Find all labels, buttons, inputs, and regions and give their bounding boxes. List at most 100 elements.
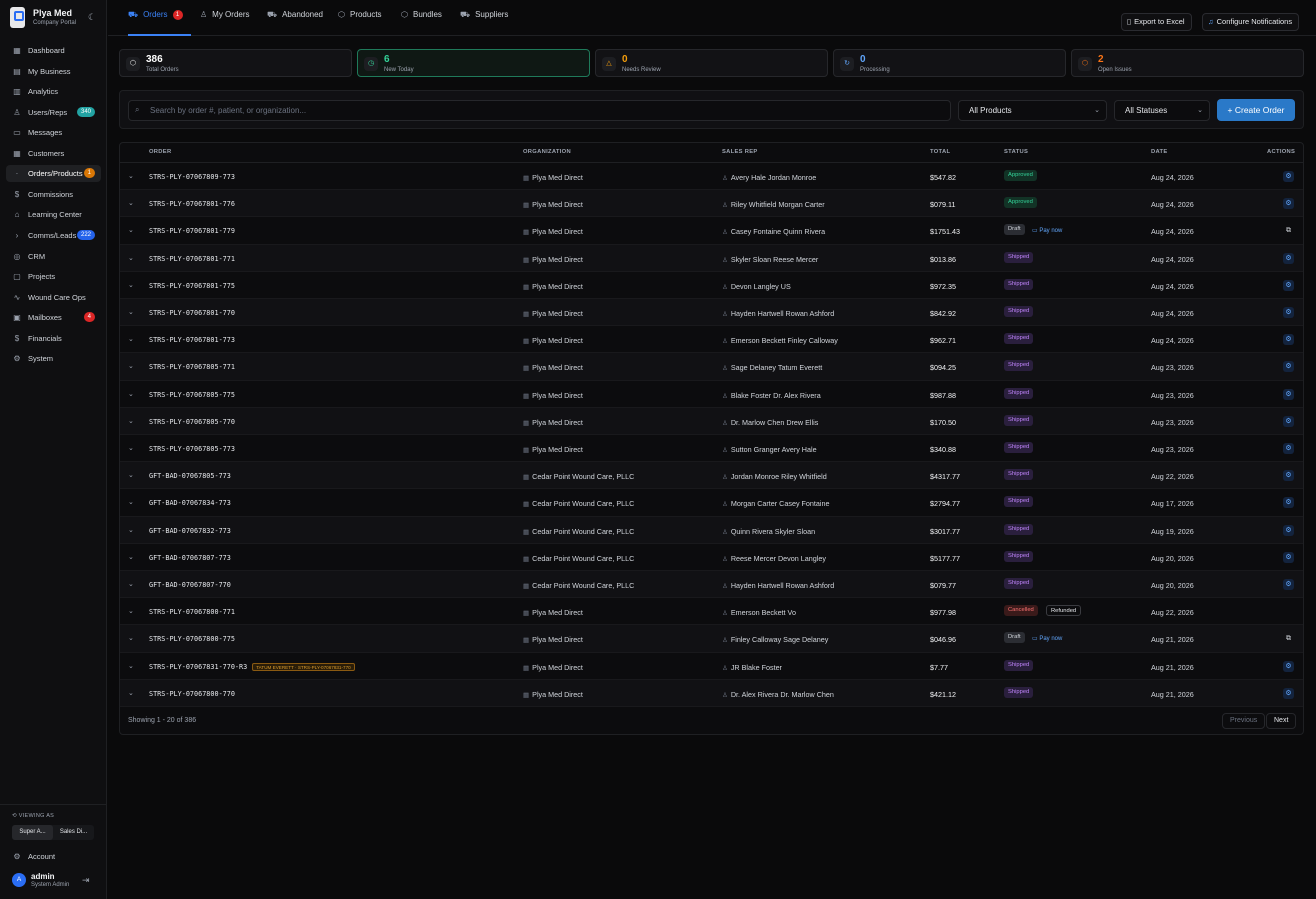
sidebar-item-users-reps[interactable]: ♙ Users/Reps 340 (6, 104, 101, 121)
chevron-down-icon[interactable]: ⌄ (128, 308, 134, 316)
table-row[interactable]: ⌄ GFT-BAD-07067805-773 ▦ Cedar Point Wound … (120, 462, 1303, 490)
tab-bundles[interactable]: ⬡ Bundles (401, 10, 442, 36)
chevron-down-icon[interactable]: ⌄ (128, 172, 134, 180)
view-order-icon[interactable]: ⚙ (1283, 443, 1294, 454)
table-row[interactable]: ⌄ STRS-PLY-07067801-779 ▦ Plya Med Direct ♙ C… (120, 217, 1303, 245)
table-row[interactable]: ⌄ STRS-PLY-07067805-775 ▦ Plya Med Direct ♙ B… (120, 381, 1303, 408)
sidebar-item-account[interactable]: ⚙ Account (6, 848, 101, 865)
column-header-status[interactable]: STATUS (1004, 149, 1028, 155)
moon-icon[interactable]: ☾ (88, 12, 96, 23)
order-number[interactable]: STRS-PLY-07067805-771 (149, 363, 235, 371)
chevron-down-icon[interactable]: ⌄ (128, 254, 134, 262)
sidebar-item-system[interactable]: ⚙ System (6, 350, 101, 367)
order-number[interactable]: GFT-BAD-07067805-773 (149, 472, 231, 480)
view-order-icon[interactable]: ⚙ (1283, 579, 1294, 590)
order-number[interactable]: STRS-PLY-07067800-770 (149, 690, 235, 698)
table-row[interactable]: ⌄ STRS-PLY-07067801-770 ▦ Plya Med Direct ♙ H… (120, 299, 1303, 327)
sidebar-item-mailboxes[interactable]: ▣ Mailboxes 4 (6, 309, 101, 326)
view-order-icon[interactable]: ⚙ (1283, 470, 1294, 482)
table-row[interactable]: ⌄ GFT-BAD-07067807-773 ▦ Cedar Point Wound … (120, 544, 1303, 571)
table-row[interactable]: ⌄ STRS-PLY-07067800-771 ▦ Plya Med Direct ♙ E… (120, 598, 1303, 626)
search-input[interactable] (128, 100, 951, 121)
chevron-down-icon[interactable]: ⌄ (128, 580, 134, 588)
chevron-down-icon[interactable]: ⌄ (128, 281, 134, 289)
product-filter-select[interactable]: All Products ⌄ (958, 100, 1107, 121)
view-order-icon[interactable]: ⚙ (1283, 307, 1294, 318)
view-toggle[interactable]: Super A... Sales Di... (12, 825, 94, 840)
table-row[interactable]: ⌄ STRS-PLY-07067831-770-R3 TATUM EVERETT ·… (120, 653, 1303, 680)
tab-orders[interactable]: ⛟ Orders 1 (128, 10, 191, 36)
order-number[interactable]: GFT-BAD-07067807-773 (149, 554, 231, 562)
chevron-down-icon[interactable]: ⌄ (128, 444, 134, 452)
sidebar-item-my-business[interactable]: ▤ My Business (6, 63, 101, 80)
chevron-down-icon[interactable]: ⌄ (128, 662, 134, 670)
stat-card-needs-review[interactable]: △ 0 Needs Review (595, 49, 828, 77)
chevron-down-icon[interactable]: ⌄ (128, 471, 134, 479)
order-number[interactable]: STRS-PLY-07067801-771 (149, 255, 235, 263)
view-option-super-admin[interactable]: Super A... (12, 825, 53, 840)
copy-icon[interactable]: ⧉ (1283, 633, 1294, 644)
previous-page-button[interactable]: Previous (1222, 713, 1266, 729)
tab-abandoned[interactable]: ⛟ Abandoned (267, 10, 323, 36)
view-order-icon[interactable]: ⚙ (1283, 551, 1294, 563)
table-row[interactable]: ⌄ STRS-PLY-07067809-773 ▦ Plya Med Direct ♙ A… (120, 163, 1303, 191)
chevron-down-icon[interactable]: ⌄ (128, 689, 134, 697)
sidebar-item-customers[interactable]: ▦ Customers (6, 145, 101, 162)
table-row[interactable]: ⌄ STRS-PLY-07067800-775 ▦ Plya Med Direct ♙ F… (120, 625, 1303, 653)
next-page-button[interactable]: Next (1266, 713, 1297, 729)
configure-notifications-button[interactable]: ♫ Configure Notifications (1202, 13, 1300, 31)
view-order-icon[interactable]: ⚙ (1283, 497, 1294, 509)
sidebar-item-learning-center[interactable]: ⌂ Learning Center (6, 206, 101, 223)
stat-card-total-orders[interactable]: ⬡ 386 Total Orders (119, 49, 352, 77)
table-row[interactable]: ⌄ GFT-BAD-07067834-773 ▦ Cedar Point Wound … (120, 489, 1303, 517)
sidebar-item-comms-leads[interactable]: › Comms/Leads 222 (6, 227, 101, 244)
view-order-icon[interactable]: ⚙ (1283, 361, 1294, 373)
view-order-icon[interactable]: ⚙ (1283, 171, 1294, 182)
view-order-icon[interactable]: ⚙ (1283, 334, 1294, 346)
table-row[interactable]: ⌄ GFT-BAD-07067832-773 ▦ Cedar Point Wound … (120, 516, 1303, 544)
chevron-down-icon[interactable]: ⌄ (128, 335, 134, 343)
table-row[interactable]: ⌄ STRS-PLY-07067805-771 ▦ Plya Med Direct ♙ S… (120, 353, 1303, 381)
pay-now-link[interactable]: ▭ Pay now (1032, 635, 1062, 642)
order-number[interactable]: STRS-PLY-07067800-775 (149, 635, 235, 643)
table-row[interactable]: ⌄ STRS-PLY-07067801-776 ▦ Plya Med Direct ♙ R… (120, 190, 1303, 218)
sidebar-item-wound-care-ops[interactable]: ∿ Wound Care Ops (6, 289, 101, 306)
table-row[interactable]: ⌄ STRS-PLY-07067801-773 ▦ Plya Med Direct ♙ E… (120, 326, 1303, 354)
stat-card-open-issues[interactable]: ⬡ 2 Open Issues (1071, 49, 1304, 77)
order-number[interactable]: GFT-BAD-07067807-770 (149, 581, 231, 589)
create-order-button[interactable]: + Create Order (1217, 99, 1295, 121)
table-row[interactable]: ⌄ STRS-PLY-07067800-770 ▦ Plya Med Direct ♙ D… (120, 679, 1303, 707)
chevron-down-icon[interactable]: ⌄ (128, 390, 134, 398)
logout-icon[interactable]: ⇥ (82, 875, 90, 886)
chevron-down-icon[interactable]: ⌄ (128, 553, 134, 561)
order-number[interactable]: STRS-PLY-07067801-770 (149, 309, 235, 317)
order-number[interactable]: STRS-PLY-07067801-776 (149, 200, 235, 208)
copy-icon[interactable]: ⧉ (1283, 225, 1294, 236)
order-number[interactable]: STRS-PLY-07067805-775 (149, 391, 235, 399)
view-order-icon[interactable]: ⚙ (1283, 524, 1294, 536)
user-profile[interactable]: A admin System Admin ⇥ (12, 871, 97, 891)
view-order-icon[interactable]: ⚙ (1283, 687, 1294, 699)
view-order-icon[interactable]: ⚙ (1283, 660, 1294, 672)
view-order-icon[interactable]: ⚙ (1283, 279, 1294, 291)
order-number[interactable]: GFT-BAD-07067834-773 (149, 499, 231, 507)
chevron-down-icon[interactable]: ⌄ (128, 607, 134, 615)
chevron-down-icon[interactable]: ⌄ (128, 362, 134, 370)
order-number[interactable]: STRS-PLY-07067801-779 (149, 227, 235, 235)
export-excel-button[interactable]: ▯ Export to Excel (1121, 13, 1192, 31)
sidebar-item-commissions[interactable]: $ Commissions (6, 186, 101, 203)
view-order-icon[interactable]: ⚙ (1283, 252, 1294, 264)
view-order-icon[interactable]: ⚙ (1283, 388, 1294, 400)
stat-card-new-today[interactable]: ◷ 6 New Today (357, 49, 590, 77)
pay-now-link[interactable]: ▭ Pay now (1032, 227, 1062, 234)
order-number[interactable]: STRS-PLY-07067801-775 (149, 282, 235, 290)
order-number[interactable]: STRS-PLY-07067831-770-R3 TATUM EVERETT · … (149, 662, 355, 671)
column-header-total[interactable]: TOTAL (930, 149, 950, 155)
column-header-sales-rep[interactable]: SALES REP (722, 149, 758, 155)
chevron-down-icon[interactable]: ⌄ (128, 526, 134, 534)
order-number[interactable]: STRS-PLY-07067805-770 (149, 418, 235, 426)
table-row[interactable]: ⌄ STRS-PLY-07067801-771 ▦ Plya Med Direct ♙ S… (120, 244, 1303, 272)
view-order-icon[interactable]: ⚙ (1283, 415, 1294, 427)
sidebar-item-financials[interactable]: $ Financials (6, 330, 101, 347)
sidebar-item-projects[interactable]: ▢ Projects (6, 268, 101, 285)
